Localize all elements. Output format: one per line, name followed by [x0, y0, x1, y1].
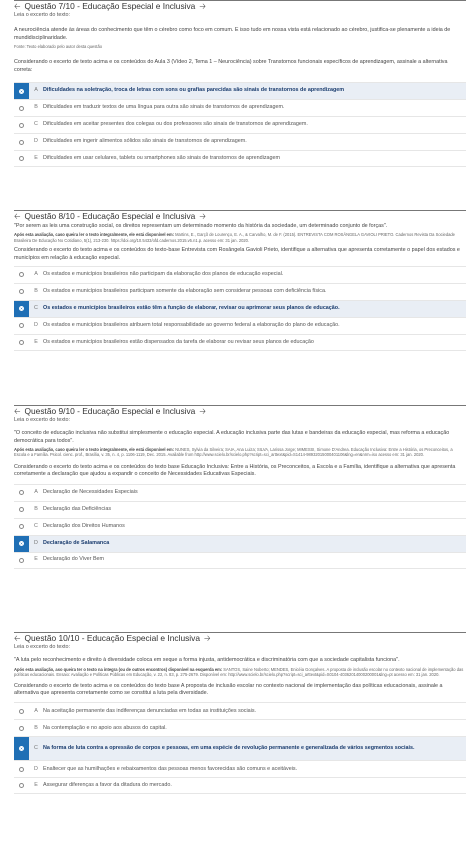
next-arrow-icon[interactable]: 🡢 — [199, 213, 206, 221]
option-c[interactable]: C Declaração dos Direitos Humanos — [14, 517, 466, 535]
radio-selected-icon[interactable] — [19, 541, 24, 547]
question-8: 🡠 Questão 8/10 - Educação Especial e Inc… — [0, 210, 474, 351]
option-text: Na forma de luta contra a opressão de co… — [43, 745, 415, 752]
next-arrow-icon[interactable]: 🡢 — [204, 635, 211, 643]
option-d[interactable]: D Dificuldades em ingerir alimentos sólid… — [14, 133, 466, 150]
option-text: Na contemplação e no apoio aos abusos do… — [43, 724, 167, 731]
excerpt-text: "Por serem as leis uma construção social… — [14, 223, 388, 229]
question-title: Questão 7/10 - Educação Especial e Inclu… — [24, 1, 196, 12]
question-prompt: Considerando o excerto de texto acima e … — [14, 59, 448, 73]
radio-icon[interactable] — [19, 339, 24, 345]
option-text: Os estados e municípios brasileiros não … — [43, 271, 284, 278]
option-c[interactable]: C Dificuldades em aceitar presentes dos c… — [14, 116, 466, 133]
radio-selected-icon[interactable] — [19, 88, 24, 94]
option-text: Dificuldades em traduzir textos de uma l… — [43, 104, 285, 111]
radio-icon[interactable] — [19, 139, 24, 145]
question-7: 🡠 Questão 7/10 - Educação Especial e Inc… — [0, 0, 474, 167]
radio-icon[interactable] — [19, 323, 24, 329]
option-text: Declaração de Salamanca — [43, 539, 110, 546]
citation-intro: Após esta avaliação, caso queira ler o t… — [14, 232, 174, 238]
options-list: A Na aceitação permanente das indiferença… — [14, 702, 466, 795]
excerpt-text: A neurociência atende às áreas do conhec… — [14, 27, 451, 41]
prev-arrow-icon[interactable]: 🡠 — [14, 408, 20, 416]
radio-icon[interactable] — [19, 122, 24, 128]
option-text: Declaração dos Direitos Humanos — [43, 522, 125, 529]
radio-icon[interactable] — [19, 105, 24, 111]
excerpt-text: "O conceito de educação inclusiva não su… — [14, 430, 450, 444]
question-subtitle: Leia o excerto do texto: — [14, 644, 71, 650]
question-subtitle: Leia o excerto do texto: — [14, 12, 71, 18]
excerpt-text: "A luta pelo reconhecimento e direito à … — [14, 657, 400, 664]
question-title: Questão 10/10 - Educação Especial e Incl… — [24, 633, 200, 644]
option-text: Enaltecer que as humilhações e rebaixame… — [43, 765, 298, 772]
option-text: Assegurar diferenças a favor da ditadura… — [43, 782, 172, 789]
option-e[interactable]: E Os estados e municípios brasileiros est… — [14, 333, 466, 351]
option-text: Dificuldades em aceitar presentes dos co… — [43, 121, 308, 128]
option-text: Dificuldades em usar celulares, tablets … — [43, 154, 281, 161]
option-b[interactable]: B Declaração das Deficiências — [14, 500, 466, 518]
option-text: Os estados e municípios brasileiros part… — [43, 288, 327, 295]
option-text: Declaração do Viver Bem — [43, 556, 105, 563]
option-d[interactable]: D Enaltecer que as humilhações e rebaixam… — [14, 760, 466, 777]
option-a[interactable]: A Na aceitação permanente das indiferença… — [14, 702, 466, 719]
option-text: Dificuldades em ingerir alimentos sólido… — [43, 138, 247, 145]
option-a[interactable]: A Dificuldades na soletração, troca de le… — [14, 82, 466, 99]
radio-icon[interactable] — [19, 557, 24, 563]
radio-icon[interactable] — [19, 272, 24, 278]
radio-icon[interactable] — [19, 289, 24, 295]
question-10: 🡠 Questão 10/10 - Educação Especial e In… — [0, 632, 474, 795]
option-c[interactable]: C Na forma de luta contra a opressão de c… — [14, 736, 466, 761]
options-list: A Os estados e municípios brasileiros não… — [14, 265, 466, 351]
question-prompt: Considerando o excerto do texto acima e … — [14, 247, 460, 261]
question-prompt: Considerando o excerto do texto acima e … — [14, 463, 456, 478]
citation: Fonte: Texto elaborado pelo autor desta … — [14, 43, 103, 49]
citation-intro: Após esta avaliação, caso queira ler o t… — [14, 446, 174, 452]
question-prompt: Considerando o excerto de texto acima e … — [14, 682, 443, 696]
option-b[interactable]: B Dificuldades em traduzir textos de uma … — [14, 99, 466, 116]
question-9: 🡠 Questão 9/10 - Educação Especial e Inc… — [0, 405, 474, 569]
option-e[interactable]: E Dificuldades em usar celulares, tablets… — [14, 150, 466, 167]
option-text: Dificuldades na soletração, troca de let… — [43, 87, 345, 94]
question-header: 🡠 Questão 10/10 - Educação Especial e In… — [14, 632, 466, 643]
radio-icon[interactable] — [19, 708, 24, 714]
option-text: Os estados e municípios brasileiros estã… — [43, 305, 340, 312]
question-header: 🡠 Questão 9/10 - Educação Especial e Inc… — [14, 405, 466, 416]
option-a[interactable]: A Os estados e municípios brasileiros não… — [14, 265, 466, 283]
radio-selected-icon[interactable] — [19, 746, 24, 752]
options-list: A Dificuldades na soletração, troca de le… — [14, 82, 466, 167]
radio-icon[interactable] — [19, 783, 24, 789]
option-c[interactable]: C Os estados e municípios brasileiros est… — [14, 299, 466, 317]
option-b[interactable]: B Os estados e municípios brasileiros par… — [14, 282, 466, 300]
question-subtitle: Leia o excerto do texto: — [14, 417, 71, 423]
radio-icon[interactable] — [19, 156, 24, 161]
radio-icon[interactable] — [19, 490, 24, 496]
option-text: Na aceitação permanente das indiferenças… — [43, 707, 257, 714]
prev-arrow-icon[interactable]: 🡠 — [14, 3, 20, 11]
radio-icon[interactable] — [19, 524, 24, 530]
option-e[interactable]: E Assegurar diferenças a favor da ditadur… — [14, 777, 466, 795]
option-text: Declaração das Deficiências — [43, 505, 112, 512]
options-list: A Declaração de Necessidades Especiais BD… — [14, 483, 466, 569]
question-title: Questão 8/10 - Educação Especial e Inclu… — [24, 211, 196, 222]
radio-icon[interactable] — [19, 507, 24, 513]
question-header: 🡠 Questão 7/10 - Educação Especial e Inc… — [14, 0, 466, 11]
option-text: Os estados e municípios brasileiros estã… — [43, 338, 314, 345]
question-title: Questão 9/10 - Educação Especial e Inclu… — [24, 406, 196, 417]
prev-arrow-icon[interactable]: 🡠 — [14, 635, 20, 643]
next-arrow-icon[interactable]: 🡢 — [199, 408, 206, 416]
radio-icon[interactable] — [19, 725, 24, 731]
prev-arrow-icon[interactable]: 🡠 — [14, 213, 20, 221]
option-b[interactable]: B Na contemplação e no apoio aos abusos d… — [14, 719, 466, 736]
option-text: Declaração de Necessidades Especiais — [43, 488, 138, 495]
radio-icon[interactable] — [19, 766, 24, 772]
question-header: 🡠 Questão 8/10 - Educação Especial e Inc… — [14, 210, 466, 221]
option-d[interactable]: D Os estados e municípios brasileiros atr… — [14, 316, 466, 334]
option-text: Os estados e municípios brasileiros atri… — [43, 322, 340, 329]
option-a[interactable]: A Declaração de Necessidades Especiais — [14, 483, 466, 501]
option-d[interactable]: D Declaração de Salamanca — [14, 534, 466, 552]
citation-intro: Após esta avaliação, aso queira ter o te… — [14, 666, 223, 672]
option-e[interactable]: E Declaração do Viver Bem — [14, 551, 466, 569]
radio-selected-icon[interactable] — [19, 306, 24, 312]
next-arrow-icon[interactable]: 🡢 — [199, 3, 206, 11]
